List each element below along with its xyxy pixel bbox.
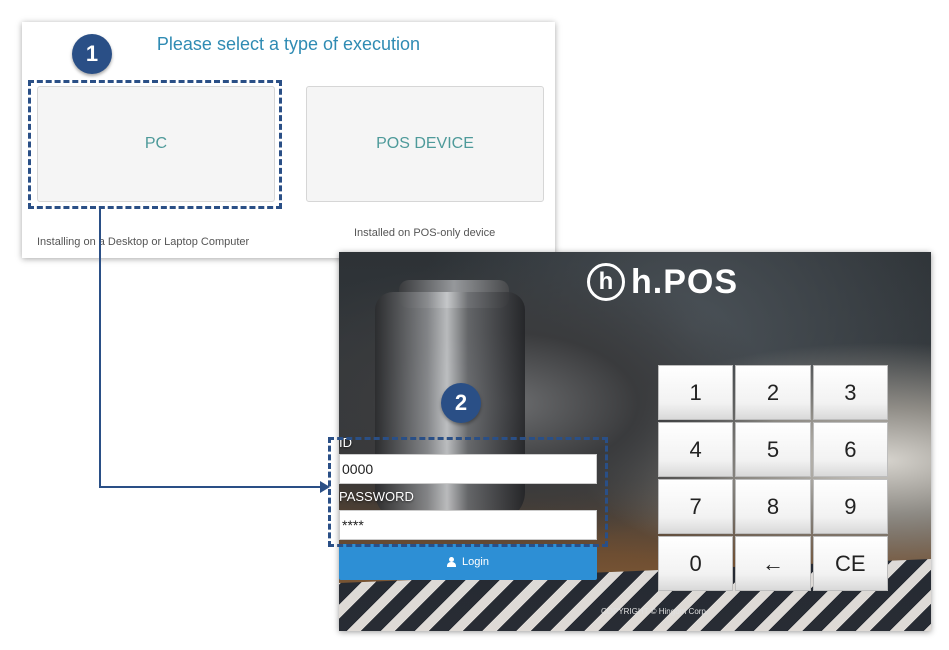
key-2[interactable]: 2 <box>735 365 811 420</box>
key-1[interactable]: 1 <box>658 365 734 420</box>
pos-device-option-label: POS DEVICE <box>376 135 474 152</box>
login-button[interactable]: Login <box>339 544 597 580</box>
step-1-badge: 1 <box>72 34 112 74</box>
key-0[interactable]: 0 <box>658 536 734 591</box>
key-3[interactable]: 3 <box>812 365 888 420</box>
hpos-logo-icon: h <box>587 263 625 301</box>
key-9[interactable]: 9 <box>812 479 888 534</box>
hpos-logo-text: h.POS <box>631 262 739 301</box>
connector-line-horizontal <box>99 486 321 488</box>
step-2-badge: 2 <box>441 383 481 423</box>
key-8[interactable]: 8 <box>735 479 811 534</box>
connector-arrowhead <box>320 481 330 493</box>
pos-device-option-button[interactable]: POS DEVICE <box>306 86 544 202</box>
key-5[interactable]: 5 <box>735 422 811 477</box>
key-7[interactable]: 7 <box>658 479 734 534</box>
user-icon <box>447 557 457 567</box>
pc-option-description: Installing on a Desktop or Laptop Comput… <box>37 236 250 248</box>
hpos-logo: h h.POS <box>587 260 738 304</box>
pc-option-highlight <box>28 80 282 209</box>
key-6[interactable]: 6 <box>812 422 888 477</box>
numeric-keypad: 1 2 3 4 5 6 7 8 9 0 ← CE <box>658 365 888 591</box>
backspace-arrow-icon[interactable]: ← <box>735 536 811 591</box>
key-clear-entry[interactable]: CE <box>812 536 888 591</box>
pos-option-description: Installed on POS-only device <box>354 227 496 239</box>
copyright-text: COPYRIGHT © Hingom Corp. <box>601 607 709 616</box>
login-button-label: Login <box>462 556 489 568</box>
login-fields-highlight <box>328 437 608 547</box>
key-4[interactable]: 4 <box>658 422 734 477</box>
connector-line-vertical <box>99 206 101 488</box>
